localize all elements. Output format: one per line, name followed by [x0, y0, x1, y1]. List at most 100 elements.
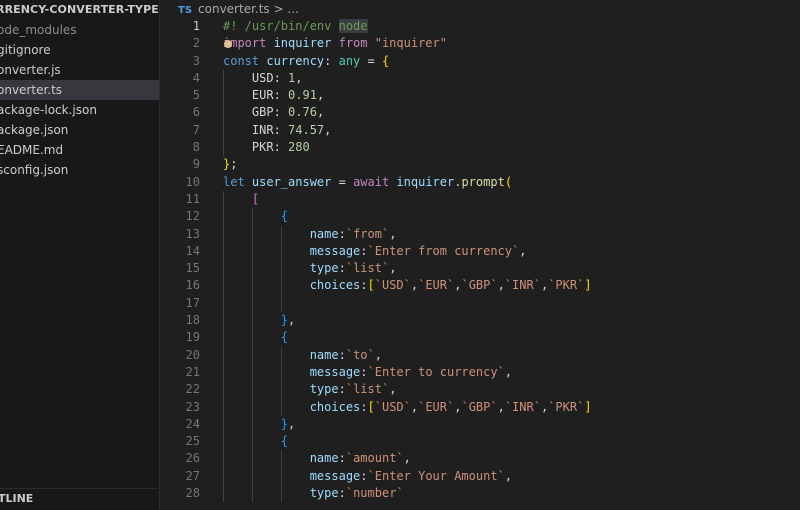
code-token: [	[367, 399, 375, 414]
code-token: {	[280, 434, 289, 449]
code-line[interactable]: 25 {	[160, 433, 800, 451]
code-line[interactable]: 15 type:`list`,	[160, 260, 800, 278]
project-title[interactable]: RRENCY-CONVERTER-TYPESCRIPT	[0, 0, 159, 20]
code-token: ,	[316, 88, 325, 103]
file-item-label: onverter.js	[0, 63, 61, 77]
code-token: `USD`	[374, 278, 411, 293]
file-item[interactable]: sconfig.json	[0, 160, 159, 180]
code-line[interactable]: 2 import inquirer from "inquirer"	[160, 35, 800, 52]
code-token: ,	[316, 105, 325, 120]
code-text: {	[223, 433, 288, 450]
code-token: `number`	[345, 486, 404, 501]
code-text: GBP: 0.76,	[223, 104, 324, 121]
code-token: :	[338, 382, 346, 397]
code-line[interactable]: 13 name:`from`,	[160, 225, 800, 243]
code-line[interactable]: 23 choices:[`USD`,`EUR`,`GBP`,`INR`,`PKR…	[160, 398, 800, 416]
file-item[interactable]: ackage-lock.json	[0, 100, 159, 120]
code-token: ,	[324, 122, 332, 137]
code-token: name	[309, 226, 339, 241]
code-token: USD:	[223, 70, 289, 85]
code-token: :	[324, 53, 339, 68]
code-line[interactable]: 21 message:`Enter to currency`,	[160, 363, 800, 382]
code-line[interactable]: 28 type:`number`	[160, 485, 800, 503]
code-line[interactable]: 12 {	[160, 208, 800, 226]
code-token: :	[338, 261, 346, 276]
code-line[interactable]: 26 name:`amount`,	[160, 450, 800, 468]
indent-guide	[280, 294, 282, 313]
code-text: choices:[`USD`,`EUR`,`GBP`,`INR`,`PKR`]	[223, 399, 592, 416]
code-token: :	[338, 347, 346, 362]
code-token: =	[367, 53, 382, 68]
code-line[interactable]: 10 let user_answer = await inquirer.promp…	[160, 174, 800, 191]
code-area[interactable]: 1 #! /usr/bin/env node 2 import inquirer fr…	[160, 18, 800, 503]
code-text: {	[223, 329, 288, 346]
breadcrumb[interactable]: TS converter.ts > ...	[160, 0, 800, 18]
code-token: type	[309, 486, 339, 501]
line-number: 16	[185, 278, 200, 293]
file-item-label: ode_modules	[0, 23, 77, 37]
code-token: `Enter Your Amount`	[367, 468, 505, 483]
line-number: 19	[185, 330, 200, 345]
code-text: type:`list`,	[223, 260, 397, 277]
line-number: 9	[192, 157, 200, 172]
code-token: from	[338, 36, 375, 51]
code-token: `EUR`	[418, 399, 455, 414]
code-line[interactable]: 5 EUR: 0.91,	[160, 87, 800, 105]
code-line[interactable]: 19 {	[160, 329, 800, 347]
code-line[interactable]: 18 },	[160, 312, 800, 330]
breadcrumb-more[interactable]: ...	[287, 2, 298, 16]
file-item[interactable]: EADME.md	[0, 140, 159, 160]
code-text: };	[223, 156, 237, 173]
code-line[interactable]: 1 #! /usr/bin/env node	[160, 18, 800, 35]
code-token: any	[338, 53, 368, 68]
code-token: 0.91	[288, 88, 317, 103]
code-token: ,	[403, 451, 411, 466]
code-token: ,	[497, 278, 505, 293]
code-token: message	[309, 243, 361, 258]
code-line[interactable]: 9};	[160, 156, 800, 173]
code-text: choices:[`USD`,`EUR`,`GBP`,`INR`,`PKR`]	[223, 277, 592, 294]
code-line[interactable]: 3 const currency: any = {	[160, 53, 800, 70]
file-item[interactable]: ode_modules	[0, 20, 159, 40]
code-token: currency	[266, 53, 325, 68]
code-line[interactable]: 14 message:`Enter from currency`,	[160, 242, 800, 261]
code-token: }	[280, 416, 289, 431]
code-line[interactable]: 27 message:`Enter Your Amount`,	[160, 467, 800, 486]
code-token: EUR:	[223, 88, 289, 103]
code-line[interactable]: 17	[160, 294, 800, 313]
code-line[interactable]: 16 choices:[`USD`,`EUR`,`GBP`,`INR`,`PKR…	[160, 277, 800, 295]
code-token: `list`	[345, 382, 390, 397]
code-line[interactable]: 4 USD: 1,	[160, 69, 800, 88]
file-item[interactable]: ackage.json	[0, 120, 159, 140]
code-token: {	[280, 330, 289, 345]
code-line[interactable]: 22 type:`list`,	[160, 381, 800, 399]
code-token: `EUR`	[418, 278, 455, 293]
line-number: 10	[185, 174, 200, 189]
code-line[interactable]: 24 },	[160, 415, 800, 434]
line-number: 24	[185, 416, 200, 431]
code-token: name	[309, 451, 339, 466]
file-item[interactable]: gitignore	[0, 40, 159, 60]
code-line[interactable]: 6 GBP: 0.76,	[160, 104, 800, 122]
code-line[interactable]: 7 INR: 74.57,	[160, 121, 800, 140]
code-line[interactable]: 8 PKR: 280	[160, 139, 800, 157]
line-number: 12	[185, 209, 200, 224]
code-text: const currency: any = {	[223, 53, 389, 70]
code-token: user_answer	[251, 174, 339, 189]
code-line[interactable]: 11 [	[160, 190, 800, 209]
code-token: `list`	[345, 261, 390, 276]
file-item-label: EADME.md	[0, 143, 64, 157]
file-item[interactable]: onverter.js	[0, 60, 159, 80]
code-token: ,	[389, 226, 397, 241]
file-item[interactable]: onverter.ts	[0, 80, 159, 100]
code-line[interactable]: 20 name:`to`,	[160, 346, 800, 364]
breadcrumb-file[interactable]: converter.ts	[198, 2, 270, 16]
code-token: :	[360, 399, 368, 414]
outline-section[interactable]: TLINE	[0, 488, 158, 510]
line-number: 7	[192, 122, 200, 137]
